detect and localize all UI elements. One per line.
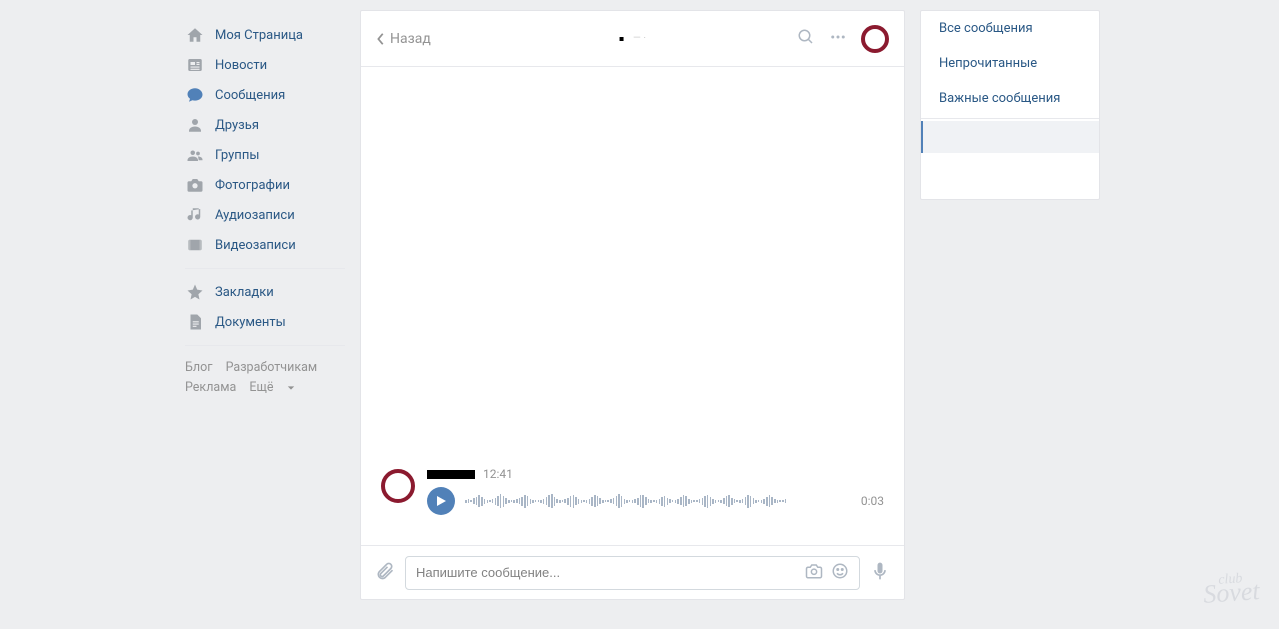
right-filter-panel: Все сообщения Непрочитанные Важные сообщ… [920, 10, 1100, 200]
sidebar-item-label: Моя Страница [215, 28, 303, 43]
groups-icon [185, 145, 205, 165]
sidebar-item-label: Друзья [215, 118, 259, 133]
left-sidebar: Моя Страница Новости Сообщения Друзья Гр… [185, 10, 345, 600]
emoji-icon[interactable] [831, 562, 849, 584]
filter-unread[interactable]: Непрочитанные [921, 46, 1099, 81]
nav-divider [185, 345, 345, 346]
chat-body: 12:41 0:03 [361, 67, 904, 545]
sidebar-item-news[interactable]: Новости [185, 50, 345, 80]
chat-title: — · [619, 33, 646, 44]
watermark: club Sovet [1202, 572, 1260, 606]
sidebar-item-label: Сообщения [215, 88, 285, 103]
document-icon [185, 312, 205, 332]
sidebar-item-label: Аудиозаписи [215, 208, 295, 223]
sidebar-item-photos[interactable]: Фотографии [185, 170, 345, 200]
photo-attach-icon[interactable] [805, 562, 823, 584]
video-icon [185, 235, 205, 255]
message-avatar[interactable] [381, 469, 415, 503]
sidebar-item-groups[interactable]: Группы [185, 140, 345, 170]
news-icon [185, 55, 205, 75]
microphone-icon[interactable] [870, 561, 890, 585]
back-label: Назад [390, 31, 431, 47]
chat-header: Назад — · [361, 11, 904, 67]
camera-icon [185, 175, 205, 195]
sidebar-item-label: Фотографии [215, 178, 290, 193]
message-header: 12:41 [427, 467, 884, 481]
audio-waveform[interactable] [465, 489, 851, 513]
footer-link-blog[interactable]: Блог [185, 360, 212, 375]
title-placeholder: — · [633, 33, 646, 44]
sidebar-item-label: Группы [215, 148, 259, 163]
audio-message: 0:03 [427, 487, 884, 515]
sidebar-item-label: Закладки [215, 285, 274, 300]
sidebar-item-my-page[interactable]: Моя Страница [185, 20, 345, 50]
play-icon [435, 495, 447, 507]
footer-link-more[interactable]: Ещё [249, 378, 294, 398]
messages-icon [185, 85, 205, 105]
chat-peer-avatar[interactable] [861, 25, 889, 53]
filter-important[interactable]: Важные сообщения [921, 81, 1099, 116]
message-sender-redacted[interactable] [427, 470, 475, 479]
star-icon [185, 282, 205, 302]
message-input[interactable] [416, 565, 797, 580]
footer-link-devs[interactable]: Разработчикам [226, 360, 318, 375]
sidebar-item-video[interactable]: Видеозаписи [185, 230, 345, 260]
watermark-main: Sovet [1202, 576, 1260, 609]
sidebar-item-label: Видеозаписи [215, 238, 296, 253]
search-icon[interactable] [797, 28, 815, 50]
chat-panel: Назад — · 12:41 [360, 10, 905, 600]
sidebar-item-messages[interactable]: Сообщения [185, 80, 345, 110]
friends-icon [185, 115, 205, 135]
attach-icon[interactable] [375, 561, 395, 585]
message-input-wrapper [405, 556, 860, 590]
message-content: 12:41 0:03 [427, 467, 884, 515]
music-icon [185, 205, 205, 225]
sidebar-item-audio[interactable]: Аудиозаписи [185, 200, 345, 230]
home-icon [185, 25, 205, 45]
sidebar-item-label: Документы [215, 315, 286, 330]
chevron-left-icon [376, 32, 386, 46]
more-icon[interactable] [829, 28, 847, 50]
back-button[interactable]: Назад [376, 31, 431, 47]
filter-active-item[interactable] [921, 121, 1099, 153]
footer-links: Блог Разработчикам Реклама Ещё [185, 354, 345, 398]
filter-all-messages[interactable]: Все сообщения [921, 11, 1099, 46]
audio-duration: 0:03 [861, 494, 884, 508]
message-time: 12:41 [483, 467, 513, 481]
sidebar-item-bookmarks[interactable]: Закладки [185, 277, 345, 307]
sidebar-item-documents[interactable]: Документы [185, 307, 345, 337]
chevron-down-icon [287, 384, 295, 392]
message-row: 12:41 0:03 [381, 467, 884, 515]
sidebar-item-label: Новости [215, 58, 267, 73]
footer-link-ads[interactable]: Реклама [185, 380, 236, 395]
filter-divider [921, 118, 1099, 119]
title-dot-icon [619, 37, 623, 41]
chat-footer [361, 545, 904, 599]
nav-divider [185, 268, 345, 269]
play-button[interactable] [427, 487, 455, 515]
sidebar-item-friends[interactable]: Друзья [185, 110, 345, 140]
chat-header-actions [797, 25, 889, 53]
